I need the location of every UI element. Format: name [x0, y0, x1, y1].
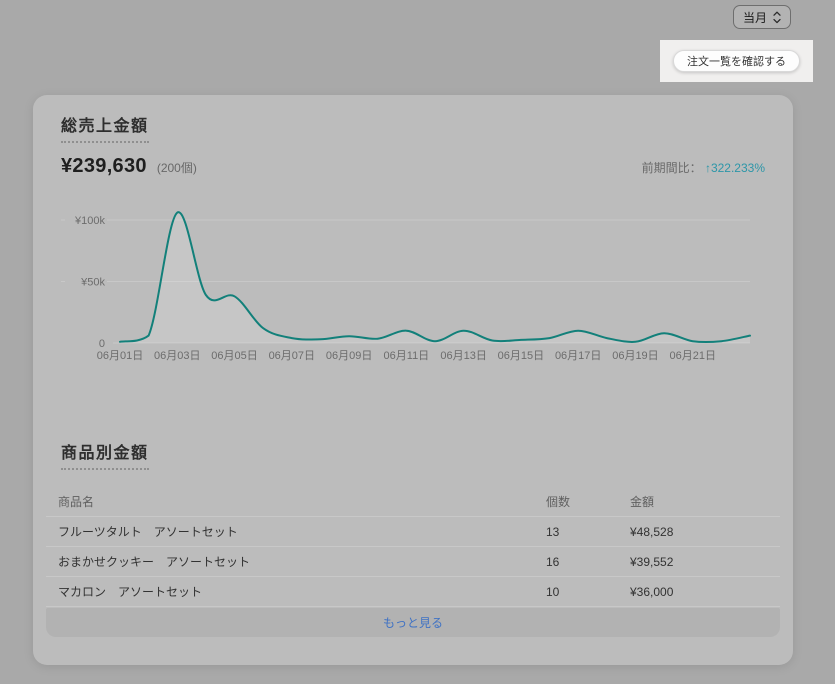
total-amount-row: ¥239,630 (200個) 前期間比： ↑322.233% [61, 155, 765, 178]
updown-chevron-icon [773, 11, 781, 23]
product-amount: ¥36,000 [630, 584, 674, 599]
product-table: 商品名 個数 金額 フルーツタルト アソートセット 13 ¥48,528 おまか… [46, 487, 780, 637]
svg-text:06月07日: 06月07日 [269, 350, 315, 362]
col-header-product-name: 商品名 [58, 495, 95, 509]
svg-text:06月01日: 06月01日 [97, 350, 143, 362]
total-count: (200個) [156, 161, 197, 175]
svg-text:0: 0 [99, 338, 105, 350]
period-comparison: 前期間比： ↑322.233% [642, 159, 765, 176]
show-more-band[interactable]: もっと見る [46, 608, 780, 637]
col-header-amount: 金額 [630, 495, 655, 509]
comparison-value: ↑322.233% [704, 161, 765, 175]
total-amount: ¥239,630 [61, 155, 147, 177]
sales-chart: ¥100k ¥50k 006月01日 06月03日 06月05日 06月07日 06月09日… [61, 211, 751, 362]
svg-text:¥50k: ¥50k [80, 277, 105, 289]
svg-text:06月03日: 06月03日 [154, 350, 200, 362]
product-count: 13 [546, 524, 560, 539]
view-orders-button[interactable]: 注文一覧を確認する [673, 50, 800, 72]
col-header-count: 個数 [546, 495, 571, 509]
dashboard-screen: 当月 注文一覧を確認する 総売上金額 ¥239,630 (200個) 前期間比：… [0, 0, 835, 684]
sales-summary-card: 総売上金額 ¥239,630 (200個) 前期間比： ↑322.233% ¥1… [33, 95, 793, 665]
svg-text:06月13日: 06月13日 [440, 350, 486, 362]
svg-text:¥100k: ¥100k [74, 215, 105, 227]
product-amount: ¥39,552 [630, 554, 674, 569]
product-name: フルーツタルト アソートセット [58, 525, 238, 539]
svg-text:06月05日: 06月05日 [211, 350, 257, 362]
total-sales-title-text: 総売上金額 [61, 112, 149, 143]
product-sales-title: 商品別金額 [61, 439, 149, 470]
product-name: おまかせクッキー アソートセット [58, 555, 251, 569]
tutorial-highlight: 注文一覧を確認する [660, 40, 813, 82]
product-sales-title-text: 商品別金額 [61, 439, 149, 470]
svg-text:06月19日: 06月19日 [612, 350, 658, 362]
comparison-label: 前期間比： [641, 161, 702, 175]
period-select-value: 当月 [742, 10, 767, 25]
svg-text:06月11日: 06月11日 [384, 350, 430, 362]
svg-text:06月09日: 06月09日 [326, 350, 372, 362]
show-more-link[interactable]: もっと見る [383, 614, 443, 631]
product-count: 10 [546, 584, 560, 599]
svg-text:06月15日: 06月15日 [498, 350, 544, 362]
product-count: 16 [546, 554, 560, 569]
table-header: 商品名 個数 金額 [46, 487, 780, 517]
table-row: おまかせクッキー アソートセット 16 ¥39,552 [46, 547, 780, 577]
total-sales-title: 総売上金額 [61, 112, 149, 143]
table-row: フルーツタルト アソートセット 13 ¥48,528 [46, 517, 780, 547]
svg-text:06月21日: 06月21日 [669, 350, 715, 362]
product-name: マカロン アソートセット [58, 585, 203, 599]
product-amount: ¥48,528 [630, 524, 674, 539]
table-row: マカロン アソートセット 10 ¥36,000 [46, 577, 780, 607]
period-select[interactable]: 当月 [732, 5, 791, 29]
svg-text:06月17日: 06月17日 [555, 350, 601, 362]
